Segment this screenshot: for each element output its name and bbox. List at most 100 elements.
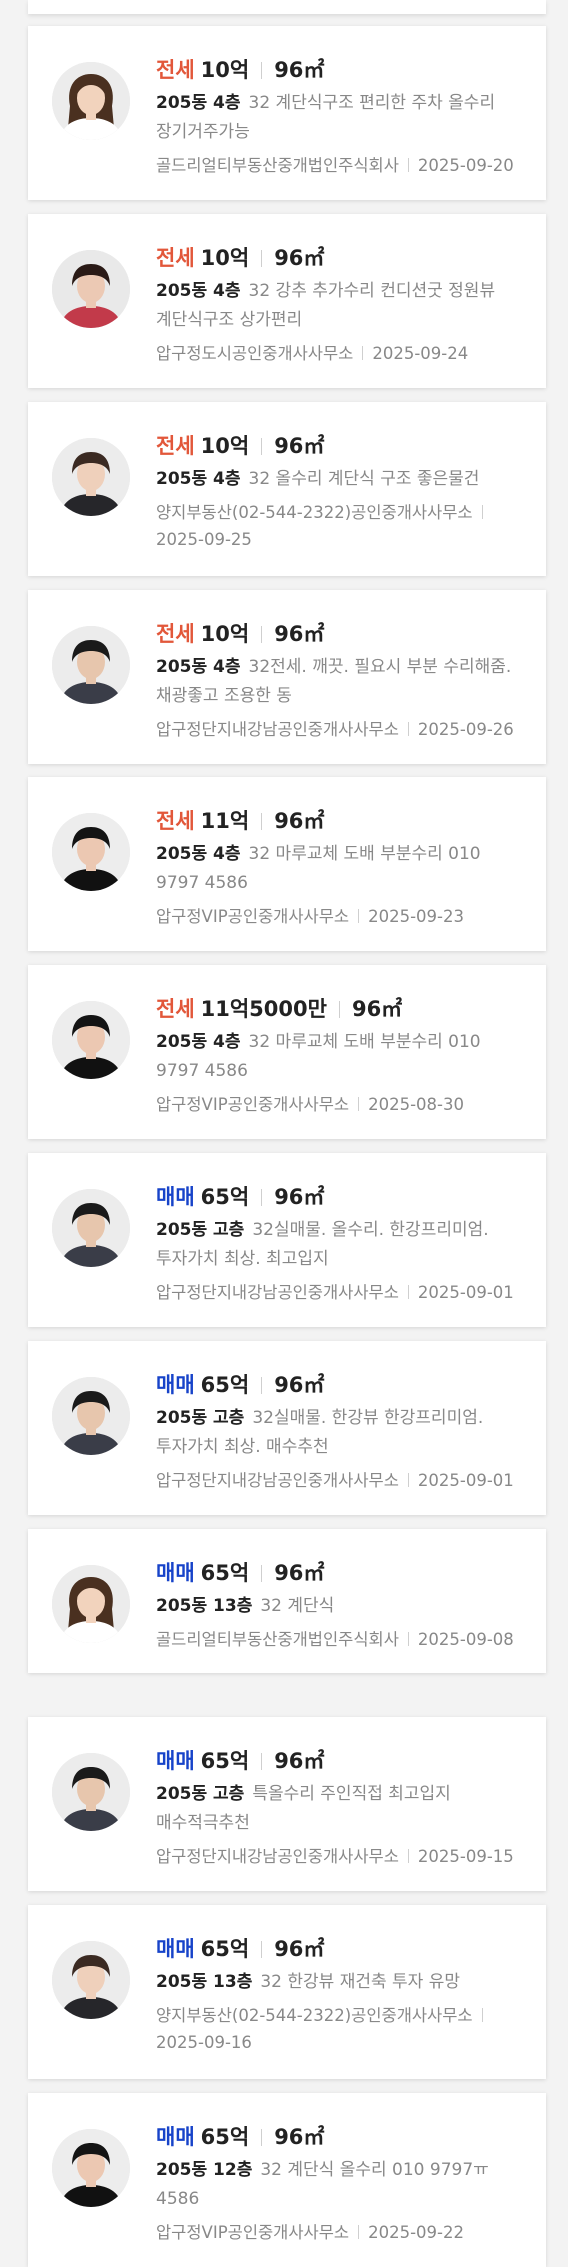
listing-card[interactable]: 전세 10억 96㎡ 205동 4층 32전세. 깨끗. 필요시 부분 수리해줌. 채… — [28, 590, 546, 764]
agent-avatar — [52, 2129, 130, 2207]
trade-type-label: 전세 — [156, 58, 195, 82]
price-label: 65억 — [200, 1937, 250, 1961]
price-line: 전세 11억 96㎡ — [156, 805, 526, 837]
meta-divider — [407, 1285, 409, 1299]
area-label: 96㎡ — [274, 246, 325, 270]
floor-label: 205동 4층 — [156, 281, 241, 301]
price-label: 11억 — [200, 809, 250, 833]
previous-listing-card-edge[interactable] — [28, 0, 546, 14]
listing-card[interactable]: 전세 10억 96㎡ 205동 4층 32 올수리 계단식 구조 좋은물건 양지부동산… — [28, 402, 546, 576]
price-label: 10억 — [200, 622, 250, 646]
listing-meta: 골드리얼티부동산중개법인주식회사 2025-09-20 — [156, 152, 526, 179]
listing-content: 전세 10억 96㎡ 205동 4층 32 계단식구조 편리한 주차 올수리 장기거주… — [156, 54, 526, 179]
listing-meta: 압구정도시공인중개사사무소 2025-09-24 — [156, 340, 526, 367]
floor-label: 205동 고층 — [156, 1408, 245, 1428]
listing-card[interactable]: 전세 10억 96㎡ 205동 4층 32 계단식구조 편리한 주차 올수리 장기거주… — [28, 26, 546, 200]
listing-date: 2025-09-08 — [417, 1630, 514, 1649]
price-area-divider — [338, 1001, 340, 1018]
agency-name: 골드리얼티부동산중개법인주식회사 — [156, 1630, 399, 1649]
listing-card[interactable]: 매매 65억 96㎡ 205동 고층 32실매물. 한강뷰 한강프리미엄. 투자가치 … — [28, 1341, 546, 1515]
listing-description: 205동 13층 32 계단식 — [156, 1592, 526, 1621]
price-label: 65억 — [200, 2125, 250, 2149]
listing-card[interactable]: 매매 65억 96㎡ 205동 고층 특올수리 주인직접 최고입지 매수적극추천 압구… — [28, 1717, 546, 1891]
listing-card[interactable]: 매매 65억 96㎡ 205동 12층 32 계단식 올수리 010 9797ㅠ 45… — [28, 2093, 546, 2267]
price-label: 10억 — [200, 434, 250, 458]
meta-divider — [407, 1632, 409, 1646]
listing-meta: 양지부동산(02-544-2322)공인중개사사무소 2025-09-16 — [156, 2002, 526, 2056]
trade-type-label: 매매 — [156, 1749, 195, 1773]
listing-content: 전세 10억 96㎡ 205동 4층 32 올수리 계단식 구조 좋은물건 양지부동산… — [156, 430, 526, 553]
price-line: 매매 65억 96㎡ — [156, 1557, 526, 1589]
listing-card[interactable]: 매매 65억 96㎡ 205동 고층 32실매물. 올수리. 한강프리미엄. 투자가치… — [28, 1153, 546, 1327]
listing-meta: 압구정VIP공인중개사사무소 2025-08-30 — [156, 1091, 526, 1118]
listing-card[interactable]: 매매 65억 96㎡ 205동 13층 32 한강뷰 재건축 투자 유망 양지부동산(… — [28, 1905, 546, 2079]
agency-name: 압구정VIP공인중개사사무소 — [156, 2223, 350, 2242]
area-label: 96㎡ — [274, 1373, 325, 1397]
area-label: 96㎡ — [274, 622, 325, 646]
price-label: 10억 — [200, 246, 250, 270]
listing-description: 205동 13층 32 한강뷰 재건축 투자 유망 — [156, 1968, 526, 1997]
agent-avatar — [52, 813, 130, 891]
listing-date: 2025-08-30 — [368, 1095, 464, 1114]
floor-label: 205동 고층 — [156, 1784, 245, 1804]
listing-description: 205동 12층 32 계단식 올수리 010 9797ㅠ 4586 — [156, 2156, 526, 2214]
meta-divider — [407, 722, 409, 736]
description-text: 32 계단식 — [260, 1596, 335, 1616]
trade-type-label: 전세 — [156, 434, 195, 458]
listing-meta: 압구정VIP공인중개사사무소 2025-09-22 — [156, 2219, 526, 2246]
price-line: 전세 10억 96㎡ — [156, 430, 526, 462]
listing-meta: 압구정단지내강남공인중개사사무소 2025-09-01 — [156, 1467, 526, 1494]
trade-type-label: 전세 — [156, 997, 195, 1021]
price-label: 65억 — [200, 1373, 250, 1397]
description-text: 32 올수리 계단식 구조 좋은물건 — [248, 469, 480, 489]
listing-date: 2025-09-01 — [417, 1471, 514, 1490]
trade-type-label: 매매 — [156, 2125, 195, 2149]
listing-meta: 압구정단지내강남공인중개사사무소 2025-09-15 — [156, 1843, 526, 1870]
price-line: 전세 10억 96㎡ — [156, 618, 526, 650]
listing-date: 2025-09-23 — [368, 907, 464, 926]
trade-type-label: 전세 — [156, 809, 195, 833]
listing-content: 전세 11억5000만 96㎡ 205동 4층 32 마루교체 도배 부분수리 010… — [156, 993, 526, 1118]
listing-date: 2025-09-01 — [417, 1283, 514, 1302]
floor-label: 205동 4층 — [156, 657, 241, 677]
listing-date: 2025-09-20 — [417, 156, 514, 175]
price-label: 10억 — [200, 58, 250, 82]
listing-card[interactable]: 전세 10억 96㎡ 205동 4층 32 강추 추가수리 컨디션굿 정원뷰 계단식구… — [28, 214, 546, 388]
listing-description: 205동 4층 32전세. 깨끗. 필요시 부분 수리해줌. 채광좋고 조용한 동 — [156, 653, 526, 711]
agent-avatar — [52, 250, 130, 328]
agency-name: 압구정도시공인중개사사무소 — [156, 344, 354, 363]
listing-description: 205동 고층 특올수리 주인직접 최고입지 매수적극추천 — [156, 1780, 526, 1838]
listing-description: 205동 고층 32실매물. 올수리. 한강프리미엄. 투자가치 최상. 최고입지 — [156, 1216, 526, 1274]
agency-name: 압구정단지내강남공인중개사사무소 — [156, 720, 399, 739]
trade-type-label: 매매 — [156, 1373, 195, 1397]
price-area-divider — [261, 1189, 263, 1206]
agency-name: 압구정VIP공인중개사사무소 — [156, 907, 350, 926]
price-area-divider — [261, 626, 263, 643]
listing-date: 2025-09-15 — [417, 1847, 514, 1866]
listing-meta: 압구정단지내강남공인중개사사무소 2025-09-01 — [156, 1279, 526, 1306]
price-area-divider — [261, 62, 263, 79]
price-line: 매매 65억 96㎡ — [156, 2121, 526, 2153]
meta-divider — [407, 1473, 409, 1487]
area-label: 96㎡ — [274, 809, 325, 833]
description-text: 32 한강뷰 재건축 투자 유망 — [260, 1972, 460, 1992]
agency-name: 압구정단지내강남공인중개사사무소 — [156, 1283, 399, 1302]
listing-content: 매매 65억 96㎡ 205동 고층 32실매물. 한강뷰 한강프리미엄. 투자가치 … — [156, 1369, 526, 1494]
price-line: 전세 10억 96㎡ — [156, 242, 526, 274]
agency-name: 압구정단지내강남공인중개사사무소 — [156, 1847, 399, 1866]
area-label: 96㎡ — [274, 1749, 325, 1773]
listing-content: 전세 11억 96㎡ 205동 4층 32 마루교체 도배 부분수리 010 9797… — [156, 805, 526, 930]
price-area-divider — [261, 2129, 263, 2146]
agent-avatar — [52, 1753, 130, 1831]
price-label: 65억 — [200, 1749, 250, 1773]
meta-divider — [362, 346, 364, 360]
agency-name: 양지부동산(02-544-2322)공인중개사사무소 — [156, 2006, 473, 2025]
trade-type-label: 매매 — [156, 1185, 195, 1209]
price-line: 전세 11억5000만 96㎡ — [156, 993, 526, 1025]
listing-card[interactable]: 전세 11억5000만 96㎡ 205동 4층 32 마루교체 도배 부분수리 010… — [28, 965, 546, 1139]
price-line: 매매 65억 96㎡ — [156, 1745, 526, 1777]
listing-card[interactable]: 매매 65억 96㎡ 205동 13층 32 계단식 골드리얼티부동산중개법인주식회사… — [28, 1529, 546, 1673]
floor-label: 205동 12층 — [156, 2160, 253, 2180]
agent-avatar — [52, 1377, 130, 1455]
listing-card[interactable]: 전세 11억 96㎡ 205동 4층 32 마루교체 도배 부분수리 010 9797… — [28, 777, 546, 951]
